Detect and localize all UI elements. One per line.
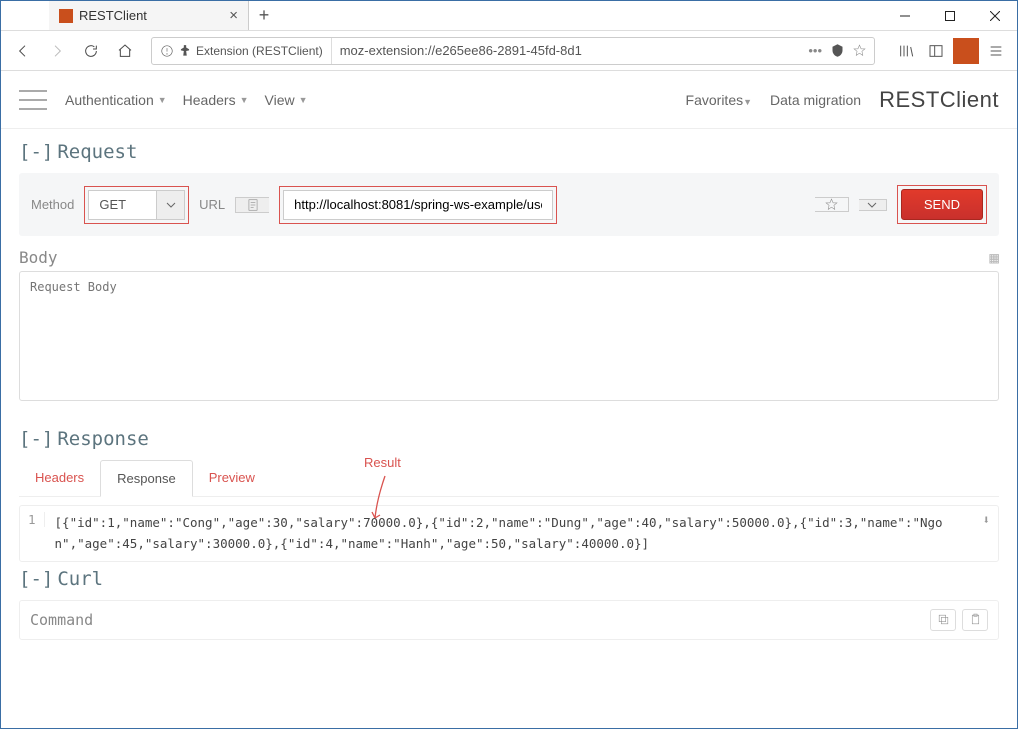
browser-tab[interactable]: RESTClient ×: [49, 1, 249, 30]
send-button[interactable]: SEND: [901, 189, 983, 220]
request-body-section: Body ▦: [1, 236, 1017, 416]
toolbar-right: [893, 38, 1009, 64]
site-identity-label: Extension (RESTClient): [196, 44, 323, 58]
body-label: Body: [19, 248, 58, 267]
send-highlight: SEND: [897, 185, 987, 224]
download-icon[interactable]: ⬇: [982, 512, 990, 527]
response-title-text: Response: [57, 428, 149, 450]
response-section: [-] Response Result Headers Response Pre…: [1, 416, 1017, 562]
caret-down-icon: ▼: [743, 97, 752, 107]
page-actions-icon[interactable]: •••: [808, 43, 822, 58]
minimize-button[interactable]: [882, 1, 927, 30]
curl-command-row: Command: [19, 600, 999, 640]
close-window-button[interactable]: [972, 1, 1017, 30]
curl-section-title: [-] Curl: [19, 568, 999, 590]
chevron-down-icon[interactable]: [156, 191, 184, 219]
reader-icon[interactable]: [830, 43, 845, 58]
address-bar-text[interactable]: moz-extension://e265ee86-2891-45fd-8d1: [332, 43, 801, 58]
response-body: 1 [{"id":1,"name":"Cong","age":30,"salar…: [19, 505, 999, 562]
caret-down-icon: ▼: [158, 95, 167, 105]
url-label: URL: [199, 197, 225, 212]
response-tabs: Headers Response Preview: [19, 460, 999, 497]
home-button[interactable]: [111, 37, 139, 65]
method-label: Method: [31, 197, 74, 212]
request-section: [-] Request Method GET URL SEND: [1, 129, 1017, 236]
tab-strip: RESTClient × +: [1, 1, 279, 30]
caret-down-icon: ▼: [240, 95, 249, 105]
app-menu: Authentication▼ Headers▼ View▼: [65, 92, 308, 108]
curl-command-label: Command: [30, 611, 93, 629]
restclient-app: Authentication▼ Headers▼ View▼ Favorites…: [1, 71, 1017, 728]
new-tab-button[interactable]: +: [249, 1, 279, 30]
response-section-title: [-] Response: [19, 428, 999, 450]
curl-toggle[interactable]: [-]: [19, 568, 53, 590]
window-controls: [882, 1, 1017, 30]
address-bar[interactable]: Extension (RESTClient) moz-extension://e…: [151, 37, 875, 65]
url-history-dropdown[interactable]: [859, 199, 887, 211]
method-select[interactable]: GET: [88, 190, 185, 220]
request-title-text: Request: [57, 141, 137, 163]
response-json[interactable]: [{"id":1,"name":"Cong","age":30,"salary"…: [55, 512, 973, 555]
caret-down-icon: ▼: [299, 95, 308, 105]
app-menu-icon[interactable]: [983, 38, 1009, 64]
forward-button: [43, 37, 71, 65]
favorite-star-icon[interactable]: [815, 197, 849, 212]
app-header: Authentication▼ Headers▼ View▼ Favorites…: [1, 71, 1017, 129]
browser-navbar: Extension (RESTClient) moz-extension://e…: [1, 31, 1017, 71]
maximize-button[interactable]: [927, 1, 972, 30]
site-identity[interactable]: Extension (RESTClient): [152, 38, 332, 64]
method-value: GET: [89, 197, 156, 212]
bookmark-star-icon[interactable]: [853, 44, 866, 57]
reload-button[interactable]: [77, 37, 105, 65]
menu-favorites[interactable]: Favorites▼: [686, 92, 753, 108]
curl-section: [-] Curl Command: [1, 562, 1017, 640]
menu-view[interactable]: View▼: [265, 92, 308, 108]
address-bar-actions: •••: [800, 43, 874, 58]
close-tab-icon[interactable]: ×: [229, 7, 238, 24]
line-number: 1: [28, 512, 45, 527]
window-titlebar: RESTClient × +: [1, 1, 1017, 31]
tab-response[interactable]: Response: [100, 460, 193, 497]
clipboard-icon[interactable]: [962, 609, 988, 631]
request-url-input[interactable]: [283, 190, 553, 220]
library-icon[interactable]: [893, 38, 919, 64]
sidebar-icon[interactable]: [923, 38, 949, 64]
menu-data-migration[interactable]: Data migration: [770, 92, 861, 108]
tab-title: RESTClient: [79, 8, 147, 23]
request-section-title: [-] Request: [19, 141, 999, 163]
restclient-extension-icon[interactable]: [953, 38, 979, 64]
app-brand: RESTClient: [879, 87, 999, 113]
request-row: Method GET URL SEND: [19, 173, 999, 236]
curl-title-text: Curl: [57, 568, 103, 590]
tab-preview[interactable]: Preview: [193, 460, 271, 496]
menu-authentication[interactable]: Authentication▼: [65, 92, 167, 108]
request-body-input[interactable]: [19, 271, 999, 401]
tab-headers[interactable]: Headers: [19, 460, 100, 496]
menu-headers[interactable]: Headers▼: [183, 92, 249, 108]
back-button[interactable]: [9, 37, 37, 65]
response-toggle[interactable]: [-]: [19, 428, 53, 450]
url-prefix-icon[interactable]: [235, 197, 269, 213]
hamburger-menu[interactable]: [19, 90, 47, 110]
copy-icon[interactable]: [930, 609, 956, 631]
restclient-favicon: [59, 9, 73, 23]
request-toggle[interactable]: [-]: [19, 141, 53, 163]
body-grid-icon[interactable]: ▦: [989, 248, 999, 267]
result-annotation-label: Result: [364, 455, 401, 470]
arrow-icon: [371, 474, 393, 527]
method-highlight: GET: [84, 186, 189, 224]
